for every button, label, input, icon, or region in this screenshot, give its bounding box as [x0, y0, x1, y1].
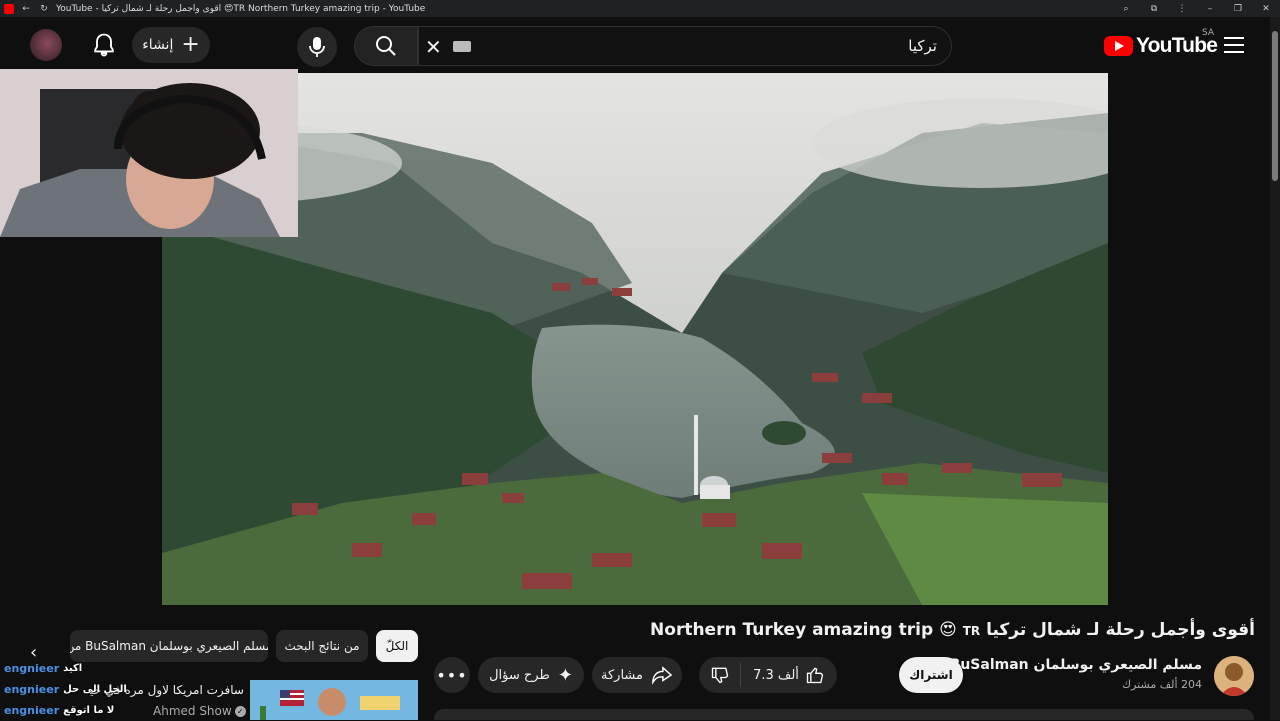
back-icon[interactable]: ←: [20, 4, 32, 14]
clear-search-icon[interactable]: ✕: [425, 35, 442, 59]
chat-text: لا ما اتوقع: [63, 705, 115, 716]
minimize-icon[interactable]: –: [1196, 4, 1224, 14]
related-filter-chips: من BuSalman مسلم الصيعري بوسلمان من نتائ…: [0, 628, 420, 662]
subscribe-button[interactable]: اشتراك: [899, 657, 963, 693]
chat-message: engnieer الحل الى حل: [4, 679, 144, 700]
youtube-favicon-icon: [4, 3, 14, 14]
chat-message: engnieer اكيد: [4, 658, 144, 679]
sparkle-icon: ✦: [557, 664, 573, 686]
chat-text: اكيد: [63, 663, 83, 674]
voice-search-button[interactable]: [297, 27, 337, 67]
share-label: مشاركة: [601, 667, 643, 683]
like-dislike-group: 7.3 ألف: [699, 657, 837, 693]
youtube-header: إنشاء + ✕ تركيا YouTube SA: [0, 17, 1270, 73]
search-icon: [376, 36, 396, 56]
chip-all[interactable]: الكلّ: [376, 630, 418, 662]
verified-badge-icon: ✓: [234, 705, 246, 717]
recommended-thumbnail-image: [250, 680, 418, 720]
extensions-icon[interactable]: ⧉: [1140, 4, 1168, 14]
search-query[interactable]: تركيا: [908, 37, 937, 55]
chat-username: engnieer: [4, 662, 60, 675]
chat-username: engnieer: [4, 704, 60, 717]
chat-message: engnieer لا ما اتوقع: [4, 700, 144, 721]
webcam-overlay: [0, 69, 298, 237]
video-title: أقوى وأجمل رحلة لـ شمال تركيا Northern T…: [650, 620, 1255, 640]
channel-avatar[interactable]: [1214, 656, 1254, 696]
microphone-icon: [309, 37, 325, 57]
plus-icon: +: [181, 32, 200, 57]
guide-menu-icon[interactable]: [1224, 37, 1244, 53]
dislike-button[interactable]: [699, 663, 741, 687]
more-actions-button[interactable]: •••: [434, 657, 470, 693]
video-title-badge: TR: [962, 624, 981, 638]
webcam-person-image: [0, 69, 298, 237]
keyboard-icon[interactable]: [453, 41, 471, 52]
create-label: إنشاء: [142, 37, 174, 53]
search-button[interactable]: [354, 26, 418, 66]
ask-button[interactable]: طرح سؤال ✦: [478, 657, 584, 693]
youtube-play-icon: [1104, 36, 1133, 56]
chat-username: engnieer: [4, 683, 60, 696]
channel-name[interactable]: مسلم الصيعري بوسلمان BuSalman ✓: [933, 657, 1202, 673]
share-arrow-icon: [652, 666, 673, 685]
scrollbar-thumb[interactable]: [1272, 31, 1278, 181]
create-button[interactable]: إنشاء +: [132, 27, 210, 63]
like-button[interactable]: 7.3 ألف: [741, 665, 837, 685]
account-avatar[interactable]: [30, 29, 62, 61]
ask-label: طرح سؤال: [489, 667, 550, 683]
recommended-video-thumbnail[interactable]: [250, 680, 418, 720]
recommended-channel-name: Ahmed Show: [153, 704, 232, 718]
recommended-channel[interactable]: Ahmed Show ✓: [153, 704, 246, 718]
stream-chat-overlay: engnieer اكيد engnieer الحل الى حل engni…: [4, 658, 144, 721]
chat-text: الحل الى حل: [63, 684, 127, 695]
channel-name-text: مسلم الصيعري بوسلمان BuSalman: [949, 657, 1202, 673]
notifications-bell-icon[interactable]: [90, 31, 118, 59]
like-count: 7.3 ألف: [753, 667, 799, 683]
tab-title: YouTube - أقوى وأجمل رحلة لـ شمال تركيا …: [56, 3, 426, 14]
video-title-emoji: 😍: [939, 620, 957, 640]
video-frame-image: [162, 73, 1108, 605]
page-scrollbar[interactable]: [1270, 17, 1280, 720]
description-box[interactable]: [434, 709, 1254, 720]
youtube-logo[interactable]: YouTube SA: [1104, 28, 1218, 58]
channel-avatar-image: [1214, 656, 1254, 696]
restore-icon[interactable]: ❐: [1224, 4, 1252, 14]
close-window-icon[interactable]: ✕: [1252, 4, 1280, 14]
thumbs-down-icon: [711, 667, 728, 684]
more-dots-icon: •••: [436, 665, 468, 685]
zoom-icon[interactable]: ⌕: [1112, 4, 1140, 14]
browser-titlebar: ← ↻ YouTube - أقوى وأجمل رحلة لـ شمال تر…: [0, 0, 1280, 17]
thumbs-up-icon: [806, 667, 824, 684]
country-code: SA: [1202, 28, 1215, 38]
reload-icon[interactable]: ↻: [38, 4, 50, 14]
subscriber-count: 204 ألف مشترك: [1122, 678, 1202, 691]
menu-dots-icon[interactable]: ⋮: [1168, 4, 1196, 14]
video-player[interactable]: [162, 73, 1108, 605]
share-button[interactable]: مشاركة: [592, 657, 682, 693]
search-input[interactable]: ✕ تركيا: [418, 26, 952, 66]
chip-from-search[interactable]: من نتائج البحث: [276, 630, 368, 662]
